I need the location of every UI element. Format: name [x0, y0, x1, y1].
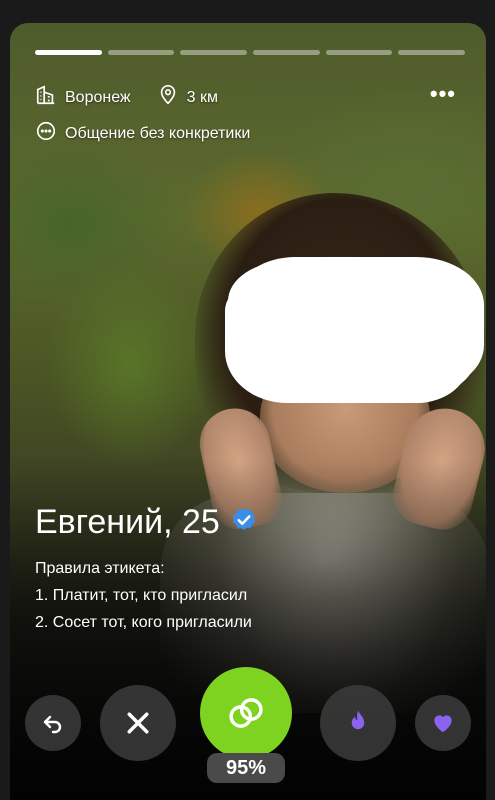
progress-segment[interactable] — [253, 50, 320, 55]
bio: Правила этикета: 1. Платит, тот, кто при… — [35, 555, 252, 636]
verified-badge-icon — [230, 506, 258, 539]
intent-row: Общение без конкретики — [35, 120, 250, 147]
progress-segment[interactable] — [107, 50, 175, 55]
like-button[interactable] — [415, 695, 471, 751]
match-percent: 95% — [207, 753, 285, 783]
progress-segment[interactable] — [325, 50, 393, 55]
progress-segment-active[interactable] — [35, 50, 102, 55]
dislike-button[interactable] — [100, 685, 176, 761]
progress-segment[interactable] — [398, 50, 466, 55]
bio-rule-2: 2. Сосет тот, кого пригласили — [35, 614, 252, 631]
undo-icon — [43, 715, 62, 734]
chat-bubble-icon — [35, 120, 57, 147]
close-icon — [127, 712, 149, 734]
more-dots-icon[interactable]: ••• — [430, 81, 456, 107]
profile-card[interactable]: Воронеж 3 км ••• Общение без конкретики … — [10, 23, 486, 800]
name-row: Евгений, 25 — [35, 503, 258, 542]
distance-label: 3 км — [186, 88, 218, 106]
bio-rule-1: 1. Платит, тот, кто пригласил — [35, 587, 248, 604]
face-redaction — [228, 261, 478, 396]
flame-icon — [351, 710, 365, 730]
progress-segment[interactable] — [180, 50, 248, 55]
match-button[interactable] — [200, 667, 292, 759]
undo-button[interactable] — [25, 695, 81, 751]
story-progress — [35, 50, 466, 55]
action-bar: 95% — [10, 667, 486, 793]
name-age: Евгений, 25 — [35, 503, 220, 541]
rings-icon — [229, 698, 263, 728]
heart-icon — [434, 715, 452, 733]
boost-button[interactable] — [320, 685, 396, 761]
location-pin-icon — [157, 84, 179, 111]
building-icon — [35, 84, 57, 111]
intent-label: Общение без конкретики — [65, 124, 251, 142]
bio-title: Правила этикета: — [35, 560, 165, 577]
city-label: Воронеж — [65, 88, 131, 106]
location-row: Воронеж 3 км — [35, 84, 218, 111]
